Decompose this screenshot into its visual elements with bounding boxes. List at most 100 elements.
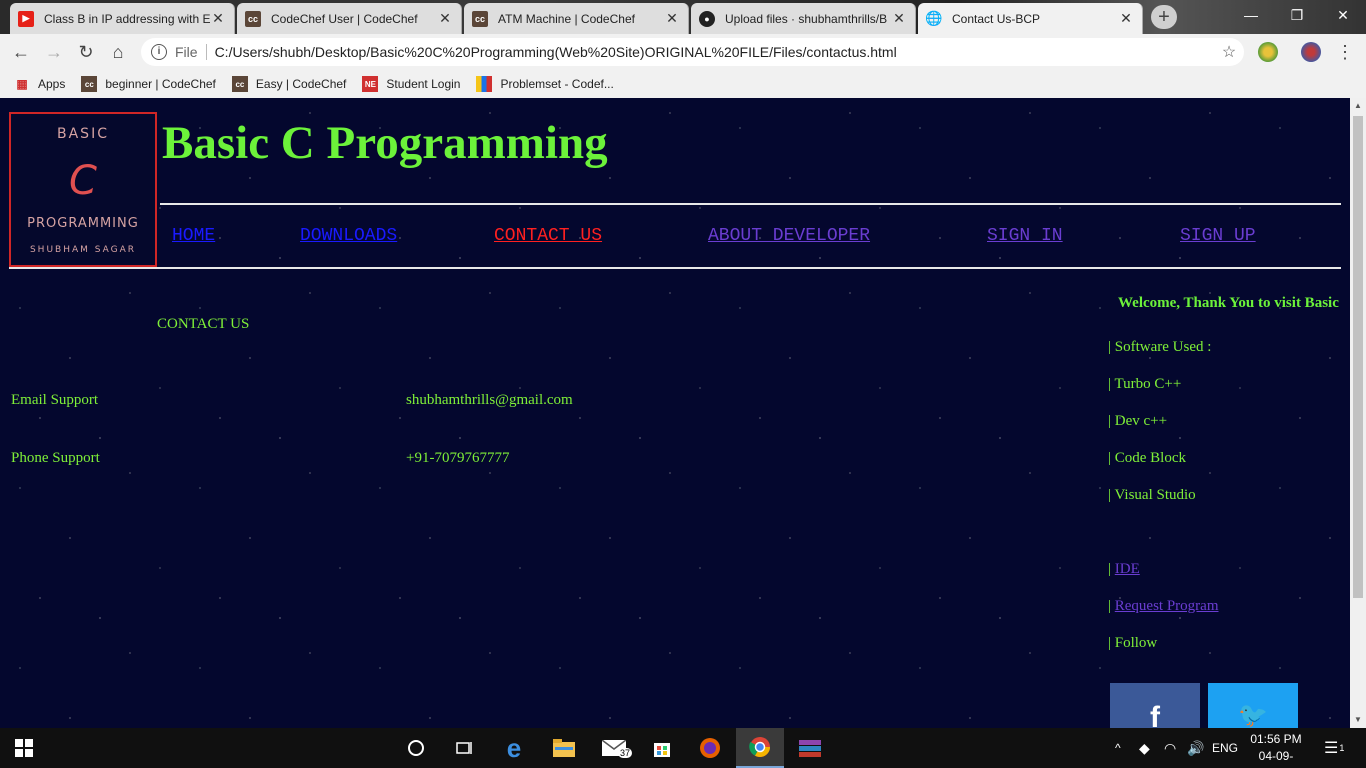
codechef-icon: cc — [472, 10, 488, 27]
ne-icon: NE — [362, 76, 379, 92]
wifi-icon[interactable]: ◠ — [1164, 728, 1176, 768]
site-logo: BASIC C PROGRAMMING SHUBHAM SAGAR — [9, 112, 157, 267]
close-icon[interactable]: ✕ — [437, 10, 453, 27]
back-button[interactable]: ← — [8, 39, 34, 65]
scroll-up-arrow-icon[interactable]: ▲ — [1350, 98, 1366, 114]
divider — [205, 44, 207, 60]
scrollbar-thumb[interactable] — [1353, 116, 1363, 598]
software-heading: | Software Used : — [1108, 339, 1212, 355]
windows-start-icon[interactable] — [0, 728, 48, 768]
minimize-button[interactable]: — — [1228, 0, 1274, 30]
github-icon: ● — [699, 10, 715, 27]
reload-button[interactable]: ↻ — [73, 39, 99, 65]
close-window-button[interactable]: ✕ — [1320, 0, 1366, 30]
tab-title: ATM Machine | CodeChef — [498, 11, 635, 26]
software-item: | Dev c++ — [1108, 413, 1168, 429]
youtube-icon: ▶ — [18, 10, 34, 27]
sidebar-link-row: | IDE — [1108, 561, 1140, 578]
email-support-value: shubhamthrills@gmail.com — [406, 392, 573, 408]
firefox-icon[interactable] — [686, 728, 734, 768]
software-item: | Code Block — [1108, 450, 1186, 466]
store-icon[interactable] — [638, 728, 686, 768]
bookmark-label: Apps — [38, 77, 66, 91]
close-icon[interactable]: ✕ — [1118, 10, 1134, 27]
bookmark-apps[interactable]: ▦ Apps — [14, 76, 65, 92]
restore-button[interactable]: ❐ — [1274, 0, 1320, 30]
taskbar: e 37 ^ ◆ ◠ 🔊 ENG 01:56 PM 04-09-2019 ☰1 — [0, 728, 1366, 768]
nav-home[interactable]: HOME — [172, 226, 215, 246]
facebook-button[interactable]: f — [1110, 683, 1200, 728]
twitter-button[interactable]: 🐦 — [1208, 683, 1298, 728]
clock-date: 04-09-2019 — [1258, 749, 1294, 768]
link-prefix: | — [1108, 598, 1115, 614]
extension-icon[interactable] — [1258, 42, 1278, 62]
twitter-icon: 🐦 — [1238, 702, 1268, 728]
bookmark-label: Problemset - Codef... — [500, 77, 614, 91]
software-item: | Turbo C++ — [1108, 376, 1182, 392]
tab-title: CodeChef User | CodeChef — [271, 11, 418, 26]
clock-time: 01:56 PM — [1250, 732, 1302, 746]
language-indicator[interactable]: ENG — [1212, 728, 1238, 768]
url-text[interactable]: C:/Users/shubh/Desktop/Basic%20C%20Progr… — [215, 44, 1214, 60]
bookmark-label: beginner | CodeChef — [105, 77, 216, 91]
ide-link[interactable]: IDE — [1115, 561, 1140, 577]
bookmark-label: Easy | CodeChef — [255, 77, 347, 91]
close-icon[interactable]: ✕ — [664, 10, 680, 27]
new-tab-button[interactable]: + — [1151, 5, 1177, 29]
logo-text: SHUBHAM SAGAR — [29, 245, 137, 255]
nav-sign-up[interactable]: SIGN UP — [1180, 226, 1256, 246]
close-icon[interactable]: ✕ — [891, 10, 907, 27]
browser-toolbar: ← → ↻ ⌂ i File C:/Users/shubh/Desktop/Ba… — [0, 34, 1366, 70]
tab-atm-machine[interactable]: cc ATM Machine | CodeChef ✕ — [464, 3, 689, 34]
tab-youtube[interactable]: ▶ Class B in IP addressing with E ✕ — [10, 3, 235, 34]
web-page: BASIC C PROGRAMMING SHUBHAM SAGAR Basic … — [0, 98, 1350, 728]
profile-avatar[interactable] — [1301, 42, 1321, 62]
bookmark-easy[interactable]: cc Easy | CodeChef — [231, 76, 347, 92]
chrome-icon[interactable] — [736, 728, 784, 768]
forward-button[interactable]: → — [41, 39, 67, 65]
clock[interactable]: 01:56 PM 04-09-2019 — [1246, 731, 1306, 768]
logo-text: PROGRAMMING — [27, 216, 139, 231]
bookmark-star-icon[interactable]: ☆ — [1214, 42, 1244, 62]
page-scrollbar[interactable]: ▲ ▼ — [1350, 98, 1366, 728]
globe-icon: 🌐 — [925, 10, 943, 26]
bookmark-problemset[interactable]: Problemset - Codef... — [476, 76, 614, 92]
request-program-link[interactable]: Request Program — [1115, 598, 1219, 614]
nav-downloads[interactable]: DOWNLOADS — [300, 226, 397, 246]
show-hidden-icons-icon[interactable]: ^ — [1115, 728, 1121, 768]
task-view-icon[interactable] — [440, 728, 488, 768]
scroll-down-arrow-icon[interactable]: ▼ — [1350, 712, 1366, 728]
nav-sign-in[interactable]: SIGN IN — [987, 226, 1063, 246]
volume-icon[interactable]: 🔊 — [1187, 728, 1204, 768]
search-icon[interactable] — [392, 728, 440, 768]
apps-grid-icon: ▦ — [16, 77, 28, 91]
facebook-icon: f — [1150, 701, 1160, 728]
bookmark-beginner[interactable]: cc beginner | CodeChef — [81, 76, 216, 92]
phone-support-label: Phone Support — [11, 450, 100, 466]
mail-icon[interactable]: 37 — [590, 728, 638, 768]
dropbox-icon[interactable]: ◆ — [1139, 728, 1150, 768]
follow-label: | Follow — [1108, 635, 1158, 651]
tab-strip: ▶ Class B in IP addressing with E ✕ cc C… — [0, 0, 1366, 34]
bookmark-student-login[interactable]: NE Student Login — [362, 76, 460, 92]
file-explorer-icon[interactable] — [540, 728, 588, 768]
winrar-icon[interactable] — [786, 728, 834, 768]
tab-title: Class B in IP addressing with E — [44, 11, 210, 26]
address-bar[interactable]: i File C:/Users/shubh/Desktop/Basic%20C%… — [141, 38, 1244, 66]
info-icon[interactable]: i — [151, 44, 167, 60]
notification-center-icon[interactable]: ☰ 1 — [1324, 728, 1344, 768]
codechef-icon: cc — [245, 10, 261, 27]
nav-about-developer[interactable]: ABOUT DEVELOPER — [708, 226, 870, 246]
menu-button[interactable]: ⋮ — [1332, 39, 1358, 65]
tab-codechef-user[interactable]: cc CodeChef User | CodeChef ✕ — [237, 3, 462, 34]
scheme-label: File — [175, 44, 198, 60]
notification-count: 1 — [1339, 743, 1345, 753]
site-title: Basic C Programming — [162, 117, 608, 169]
edge-icon[interactable]: e — [490, 728, 538, 768]
tab-github[interactable]: ● Upload files · shubhamthrills/B ✕ — [691, 3, 916, 34]
nav-contact-us[interactable]: CONTACT US — [494, 226, 602, 246]
tab-contact-us[interactable]: 🌐 Contact Us-BCP ✕ — [918, 3, 1143, 34]
close-icon[interactable]: ✕ — [210, 10, 226, 27]
codechef-icon: cc — [231, 76, 248, 92]
home-button[interactable]: ⌂ — [105, 39, 131, 65]
